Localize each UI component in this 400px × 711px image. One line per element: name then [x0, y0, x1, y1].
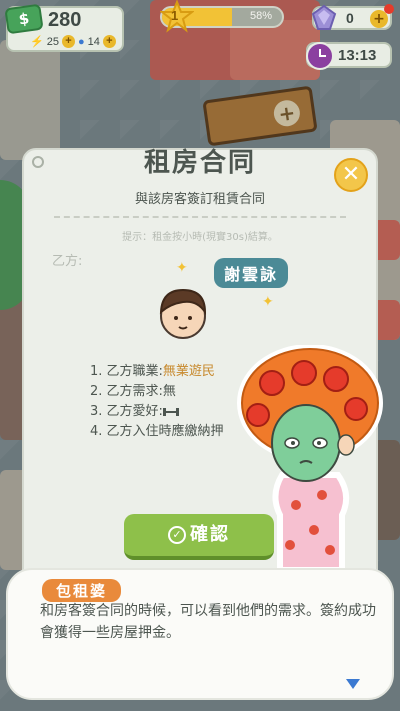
dialog-hint: 提示：租金按小時(現實30s)結算。: [122, 232, 278, 243]
term-item: 4. 乙方入住時應繳納押: [90, 424, 224, 439]
check-icon: ✓: [168, 526, 186, 544]
tenant-portrait: [152, 282, 214, 342]
chevron-down-icon[interactable]: [344, 676, 362, 690]
clock-icon: [306, 42, 334, 70]
gem-icon: [310, 4, 338, 32]
close-icon: ✕: [341, 162, 361, 187]
notification-dot: [384, 4, 394, 14]
gem-value: 0: [346, 10, 354, 26]
term-item: 1. 乙方職業:無業遊民: [90, 364, 215, 379]
sparkle-icon: ✦: [176, 260, 188, 276]
level-progress-text: 58%: [249, 10, 272, 22]
add-energy-button[interactable]: +: [61, 35, 75, 48]
term-item: 3. 乙方愛好:: [90, 402, 224, 422]
timer-panel: 13:13: [306, 42, 392, 70]
bolt-icon: ⚡: [30, 36, 44, 48]
level-number: 1: [171, 8, 179, 23]
energy-value: 25: [46, 35, 59, 48]
speech-text: 和房客簽合同的時候，可以看到他們的需求。簽約成功會獲得一些房屋押金。: [40, 603, 376, 641]
money-panel[interactable]: $ 280 ⚡ 25 + ● 14 +: [4, 3, 124, 52]
landlady-character: [230, 344, 390, 573]
speaker-name: 包租婆: [42, 579, 122, 602]
resources-row: ⚡ 25 + ● 14 +: [30, 35, 116, 48]
tenant-name: 謝雲詠: [214, 258, 289, 288]
divider: [54, 216, 346, 218]
party-label: 乙方:: [52, 254, 83, 269]
money-value: 280: [48, 9, 82, 31]
timer-text: 13:13: [338, 47, 377, 64]
water-value: 14: [87, 35, 100, 48]
tutorial-speech-bubble[interactable]: 包租婆 和房客簽合同的時候，可以看到他們的需求。簽約成功會獲得一些房屋押金。: [6, 568, 394, 700]
close-button[interactable]: ✕: [334, 158, 368, 192]
sparkle-icon: ✦: [262, 294, 274, 310]
dialog-title: 租房合同: [143, 148, 256, 178]
dialog-subtitle: 與該房客簽訂租賃合同: [134, 192, 265, 207]
contract-terms: 1. 乙方職業:無業遊民 2. 乙方需求:無 3. 乙方愛好: 4. 乙方入住時…: [90, 362, 224, 442]
term-item: 2. 乙方需求:無: [90, 384, 176, 399]
dumbbell-icon: [162, 407, 179, 416]
money-icon: $: [4, 3, 44, 35]
gem-panel[interactable]: 0 +: [310, 4, 394, 32]
drop-icon: ●: [77, 35, 85, 48]
add-water-button[interactable]: +: [102, 35, 116, 48]
